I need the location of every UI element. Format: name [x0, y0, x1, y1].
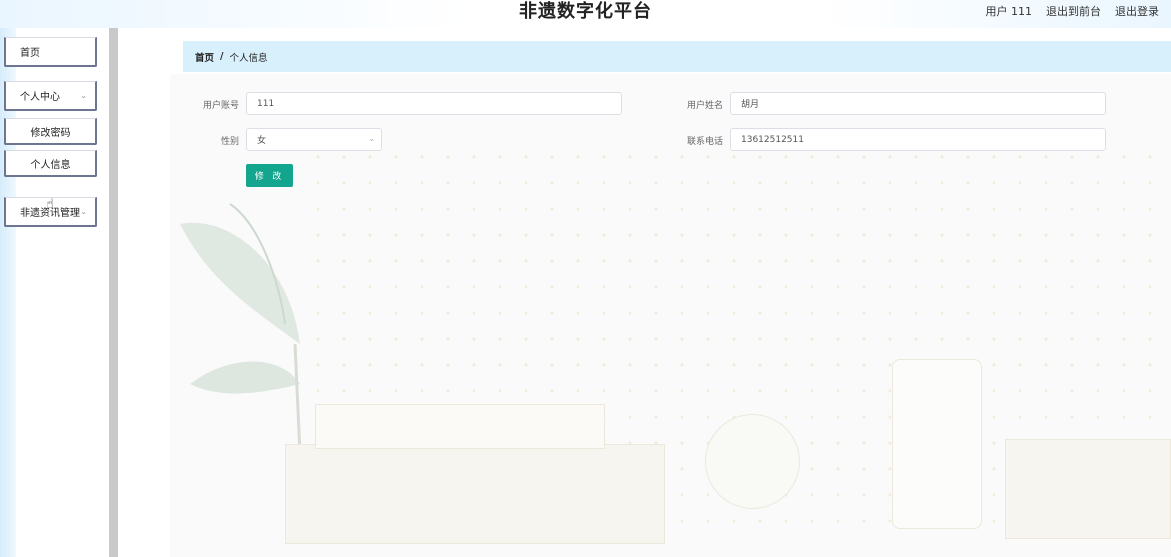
chevron-down-icon: ⌄: [80, 207, 87, 216]
sidebar-scrollbar[interactable]: [109, 28, 118, 557]
sidebar-item-home[interactable]: 首页: [4, 37, 97, 67]
tape-roll-prop: [705, 414, 800, 509]
breadcrumb-home[interactable]: 首页: [195, 50, 214, 64]
breadcrumb-separator: /: [220, 51, 224, 62]
plant-icon: [180, 203, 302, 454]
breadcrumb: 首页 / 个人信息: [183, 41, 1171, 72]
header-actions: 用户 111 退出到前台 退出登录: [986, 3, 1160, 19]
username-field[interactable]: 111: [246, 92, 622, 115]
update-button[interactable]: 修 改: [246, 164, 293, 187]
gender-select[interactable]: 女 ⌄: [246, 128, 382, 151]
gender-value: 女: [257, 136, 267, 146]
username-value: 111: [257, 98, 275, 109]
phone-value: 13612512511: [741, 134, 804, 145]
sidebar-item-label: 个人信息: [30, 159, 71, 171]
hand-pointer-icon: ☝: [46, 197, 54, 212]
chevron-down-icon: ⌄: [368, 134, 375, 143]
sidebar-item-personal-info[interactable]: 个人信息: [4, 150, 97, 177]
sidebar-item-change-password[interactable]: 修改密码: [4, 118, 97, 145]
phone-label: 联系电话: [686, 137, 723, 147]
phone-field[interactable]: 13612512511: [730, 128, 1106, 151]
cylinder-prop: [892, 359, 982, 529]
box-prop-left: [285, 444, 665, 544]
box-prop-right: [1005, 439, 1171, 539]
current-user-label: 用户 111: [985, 5, 1033, 18]
realname-field[interactable]: 胡月: [730, 92, 1106, 115]
sidebar-item-label: 个人中心: [20, 92, 60, 103]
sidebar-item-personal-center[interactable]: 个人中心 ⌄: [4, 81, 97, 111]
realname-value: 胡月: [741, 100, 760, 110]
breadcrumb-current: 个人信息: [229, 52, 268, 64]
sidebar-item-label: 首页: [20, 48, 40, 59]
sidebar-item-label: 修改密码: [30, 127, 71, 139]
logout-link[interactable]: 退出登录: [1115, 3, 1159, 19]
realname-label: 用户姓名: [686, 101, 723, 111]
exit-to-front-link[interactable]: 退出到前台: [1046, 3, 1101, 19]
chevron-down-icon: ⌄: [80, 91, 87, 100]
gender-label: 性别: [220, 137, 239, 147]
box-prop-left-top: [315, 404, 605, 449]
username-label: 用户账号: [202, 101, 239, 111]
